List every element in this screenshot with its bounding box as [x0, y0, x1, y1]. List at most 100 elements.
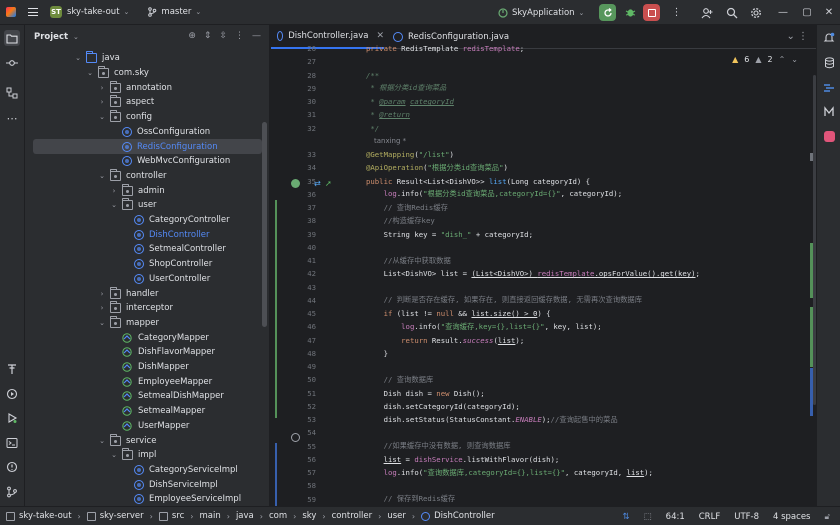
- line-separator[interactable]: CRLF: [699, 512, 720, 522]
- code-line[interactable]: 26 private RedisTemplate redisTemplate;: [271, 42, 816, 55]
- commit-icon[interactable]: [4, 55, 20, 71]
- project-selector[interactable]: ST sky-take-out ⌄: [50, 4, 129, 20]
- spring-bean-icon[interactable]: [291, 179, 300, 188]
- code-line[interactable]: 59 // 保存到Redis缓存: [271, 493, 816, 506]
- options-icon[interactable]: ⋮: [235, 31, 244, 41]
- chevron-down-icon[interactable]: ⌄: [110, 451, 118, 459]
- file-encoding[interactable]: UTF-8: [734, 512, 759, 522]
- code-line[interactable]: 35 public Result<List<DishVO>> list(Long …: [271, 175, 816, 188]
- git-icon[interactable]: [4, 484, 20, 500]
- chevron-right-icon[interactable]: ›: [98, 304, 106, 312]
- close-button[interactable]: ✕: [822, 5, 836, 19]
- code-line[interactable]: 31 * @return: [271, 108, 816, 121]
- add-user-icon[interactable]: [700, 6, 713, 19]
- services-icon[interactable]: [4, 386, 20, 402]
- code-line[interactable]: 32 */: [271, 122, 816, 135]
- locate-icon[interactable]: ⊕: [188, 31, 196, 41]
- collapse-all-icon[interactable]: ⇳: [219, 31, 227, 41]
- terminal-icon[interactable]: [4, 435, 20, 451]
- minimize-button[interactable]: —: [776, 5, 790, 19]
- tree-item[interactable]: › annotation: [25, 80, 269, 95]
- hide-panel-icon[interactable]: —: [252, 31, 261, 41]
- code-line[interactable]: 36 log.info("根据分类id查询菜品,categoryId={}", …: [271, 188, 816, 201]
- more-tools-icon[interactable]: ⋯: [4, 110, 20, 126]
- chevron-right-icon[interactable]: ›: [110, 187, 118, 195]
- tree-item[interactable]: UserController: [25, 272, 269, 287]
- breadcrumb-item[interactable]: sky-server: [86, 511, 144, 521]
- code-line[interactable]: 51 Dish dish = new Dish();: [271, 387, 816, 400]
- code-line[interactable]: 50 // 查询数据库: [271, 373, 816, 386]
- tree-item[interactable]: RedisConfiguration: [33, 139, 262, 154]
- tree-item[interactable]: ⌄ config: [25, 110, 269, 125]
- code-line[interactable]: 53 dish.setStatus(StatusConstant.ENABLE)…: [271, 413, 816, 426]
- breadcrumb-item[interactable]: src: [158, 511, 184, 521]
- project-tool-icon[interactable]: [4, 30, 20, 46]
- tree-item[interactable]: DishServiceImpl: [25, 477, 269, 492]
- tree-item[interactable]: ⌄ controller: [25, 168, 269, 184]
- code-line[interactable]: 30 * @param categoryId: [271, 95, 816, 108]
- gear-icon[interactable]: [749, 6, 762, 19]
- chevron-down-icon[interactable]: ⌄: [86, 69, 94, 77]
- breadcrumb-item[interactable]: sky-take-out: [6, 511, 72, 521]
- tree-item[interactable]: ⌄ impl: [25, 448, 269, 463]
- navigate-icon[interactable]: ➚: [325, 179, 332, 188]
- code-line[interactable]: 46 log.info("查询缓存,key={},list={}", key, …: [271, 320, 816, 333]
- code-line[interactable]: 49: [271, 360, 816, 373]
- tree-item[interactable]: DishMapper: [25, 360, 269, 375]
- code-line[interactable]: 58: [271, 479, 816, 492]
- code-line[interactable]: 27: [271, 55, 816, 68]
- tree-item[interactable]: WebMvcConfiguration: [25, 154, 269, 169]
- tree-item[interactable]: DishFlavorMapper: [25, 345, 269, 360]
- code-line[interactable]: 40: [271, 241, 816, 254]
- run-icon[interactable]: [4, 410, 20, 426]
- chevron-right-icon[interactable]: ›: [98, 84, 106, 92]
- code-line[interactable]: 48 }: [271, 347, 816, 360]
- tree-item[interactable]: EmployeeMapper: [25, 374, 269, 389]
- tree-item[interactable]: SetmealMapper: [25, 404, 269, 419]
- tree-item[interactable]: ⌄ java: [25, 51, 269, 66]
- code-line[interactable]: 41 //从缓存中获取数据: [271, 254, 816, 267]
- ai-assistant-icon[interactable]: [822, 129, 836, 143]
- code-line[interactable]: 47 return Result.success(list);: [271, 334, 816, 347]
- tree-item[interactable]: ⌄ com.sky: [25, 66, 269, 81]
- tree-item[interactable]: DishController: [25, 227, 269, 242]
- chevron-right-icon[interactable]: ›: [98, 290, 106, 298]
- breadcrumb-item[interactable]: java: [236, 511, 254, 521]
- breakpoint-hint-icon[interactable]: [291, 433, 300, 442]
- tree-item[interactable]: › admin: [25, 183, 269, 198]
- breadcrumb-item[interactable]: controller: [332, 511, 373, 521]
- tree-item[interactable]: ⌄ user: [25, 198, 269, 213]
- project-scrollbar[interactable]: [262, 122, 267, 327]
- run-configuration-selector[interactable]: SkyApplication ⌄: [498, 5, 584, 20]
- vcs-update-icon[interactable]: ⇅: [623, 512, 630, 522]
- chevron-down-icon[interactable]: ⌄: [74, 54, 82, 62]
- tree-item[interactable]: SetmealDishMapper: [25, 389, 269, 404]
- tree-item[interactable]: ShopController: [25, 257, 269, 272]
- code-line[interactable]: 33 @GetMapping("/list"): [271, 148, 816, 161]
- tree-item[interactable]: CategoryController: [25, 213, 269, 228]
- code-line[interactable]: 39 String key = "dish_" + categoryId;: [271, 228, 816, 241]
- code-line[interactable]: 52 dish.setCategoryId(categoryId);: [271, 400, 816, 413]
- close-tab-icon[interactable]: ✕: [376, 31, 384, 41]
- project-panel-title[interactable]: Project: [34, 32, 68, 42]
- chevron-down-icon[interactable]: ⌄: [98, 437, 106, 445]
- lock-icon[interactable]: 🔓︎: [824, 512, 830, 522]
- search-icon[interactable]: [725, 6, 738, 19]
- code-line[interactable]: 56 list = dishService.listWithFlavor(dis…: [271, 453, 816, 466]
- stop-button[interactable]: [643, 4, 660, 21]
- more-actions-button[interactable]: ⋮: [670, 6, 683, 19]
- code-line[interactable]: 55 //如果缓存中没有数据, 则查询数据库: [271, 440, 816, 453]
- database-icon[interactable]: [822, 56, 836, 70]
- breadcrumb-item[interactable]: sky: [302, 511, 316, 521]
- code-line[interactable]: 28 /**: [271, 69, 816, 82]
- tree-item[interactable]: ⌄ service: [25, 433, 269, 448]
- plugin-icon[interactable]: [822, 105, 836, 119]
- code-line[interactable]: 42 List<DishVO> list = (List<DishVO>) re…: [271, 267, 816, 280]
- vcs-modified-marker[interactable]: [275, 443, 277, 506]
- code-line[interactable]: 54: [271, 426, 816, 439]
- tree-item[interactable]: SetmealController: [25, 242, 269, 257]
- debug-button[interactable]: [624, 6, 637, 19]
- tree-item[interactable]: › aspect: [25, 95, 269, 110]
- chevron-down-icon[interactable]: ⌄: [98, 113, 106, 121]
- notifications-icon[interactable]: [822, 31, 836, 45]
